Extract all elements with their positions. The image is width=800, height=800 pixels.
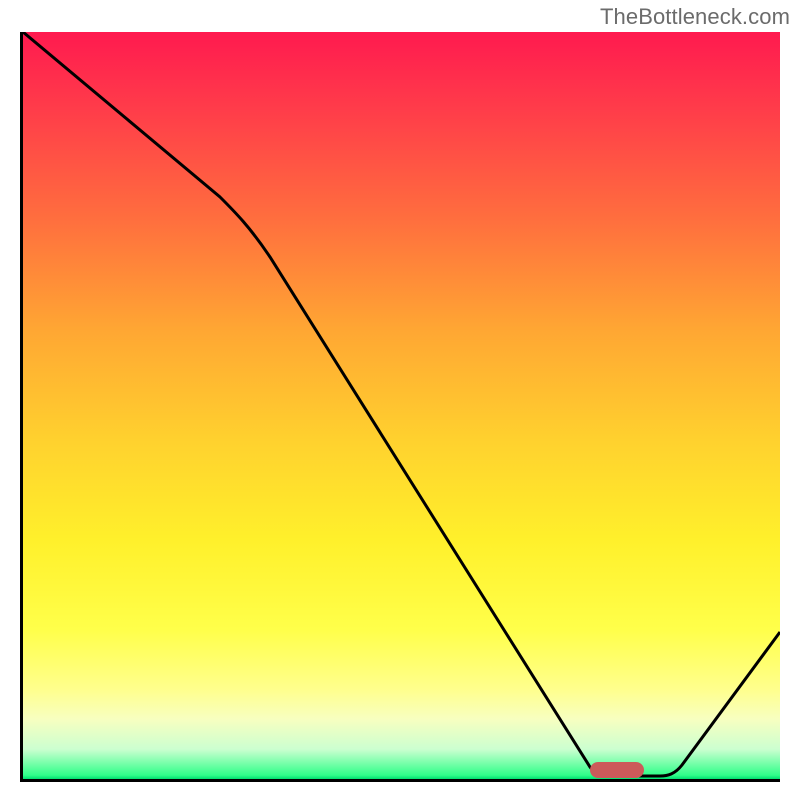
watermark-text: TheBottleneck.com bbox=[600, 4, 790, 30]
chart-container: { "watermark": "TheBottleneck.com", "cha… bbox=[0, 0, 800, 800]
optimal-range-marker bbox=[590, 762, 644, 778]
plot-area bbox=[20, 32, 780, 782]
